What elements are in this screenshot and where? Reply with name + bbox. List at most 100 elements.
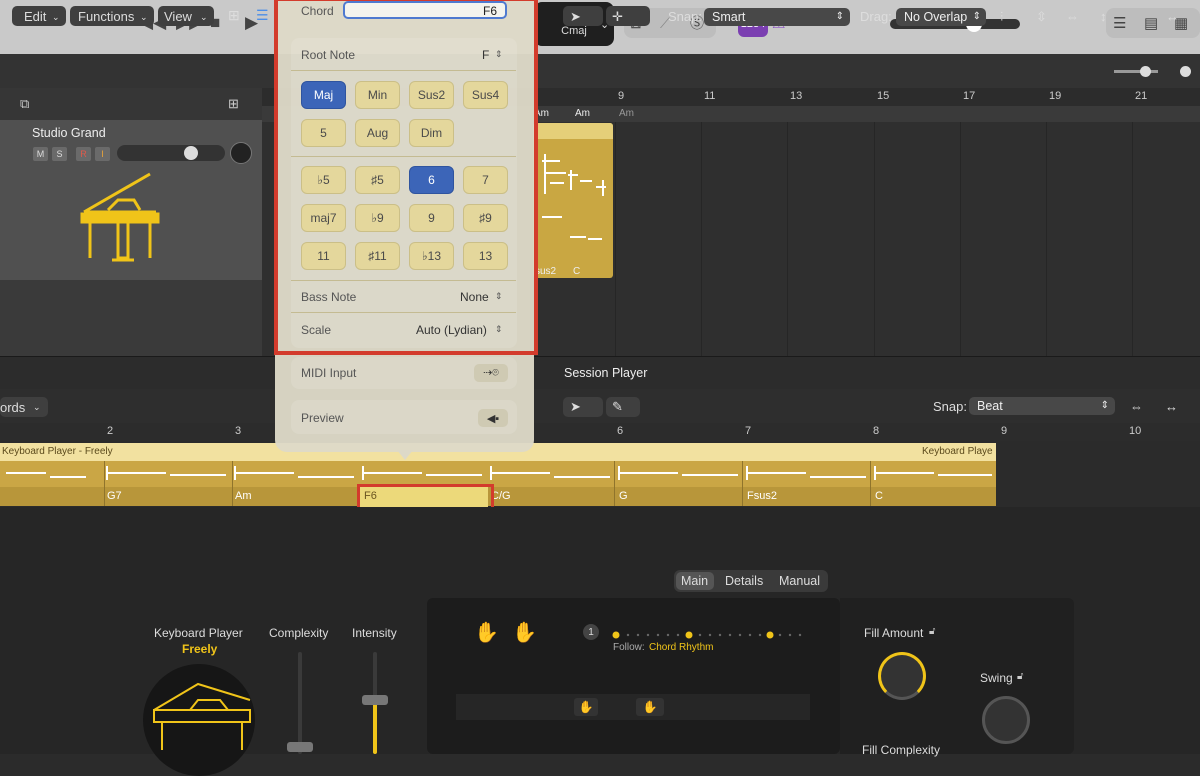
track-selector[interactable]: ords	[0, 400, 25, 415]
snap-select[interactable]: Beat ⇕	[969, 397, 1115, 415]
midi-input-icon[interactable]: ⇢⌾	[474, 364, 508, 382]
solo-button[interactable]: S	[52, 147, 67, 161]
horizontal-zoom-icon[interactable]: ⇔	[1066, 9, 1079, 24]
drag-value: No Overlap	[904, 10, 968, 24]
session-bar-ruler[interactable]	[0, 423, 1200, 441]
list-icon[interactable]: ☰	[1113, 8, 1126, 38]
chord-divider	[104, 461, 105, 506]
popover-arrow	[397, 450, 413, 460]
chord-label[interactable]: C	[875, 490, 883, 502]
midi-region-header[interactable]	[533, 123, 613, 139]
add-folder-icon[interactable]: ⊞	[228, 96, 239, 112]
pointer-tool-icon[interactable]: ➤	[570, 9, 581, 25]
list-view-icon[interactable]: ☰	[256, 7, 269, 24]
chevron-down-icon: ⌄	[200, 12, 208, 22]
chord-label[interactable]: G7	[107, 490, 122, 502]
swing-label: Swing	[980, 671, 1013, 685]
drag-select[interactable]: No Overlap ⇕	[896, 8, 986, 26]
pattern-dots[interactable]	[612, 628, 812, 642]
chord-marker[interactable]: Am	[619, 108, 634, 119]
horizontal-zoom-knob[interactable]	[1180, 66, 1191, 77]
grand-piano-icon	[150, 680, 258, 753]
right-hand-icon[interactable]: ✋	[636, 698, 664, 716]
chord-label[interactable]: G	[619, 490, 628, 502]
intensity-slider[interactable]	[373, 652, 377, 700]
snap-select[interactable]: Smart ⇕	[704, 8, 850, 26]
lock-icon[interactable]: 🔓︎	[1017, 671, 1023, 682]
tab-main[interactable]: Main	[681, 574, 708, 588]
snap-value: Beat	[977, 399, 1003, 413]
fill-amount-knob[interactable]	[878, 652, 926, 700]
lock-icon[interactable]: 🔓︎	[929, 626, 935, 637]
midi-notes	[0, 464, 996, 489]
chord-label[interactable]: Am	[235, 490, 252, 502]
view-menu[interactable]: View	[164, 9, 192, 24]
ruler-number: 9	[618, 90, 625, 102]
horizontal-size-icon[interactable]: ↔	[1165, 399, 1178, 414]
ruler-number: 21	[1135, 90, 1148, 102]
swing-knob[interactable]	[982, 696, 1030, 744]
horizontal-zoom-icon[interactable]: ⇔	[1130, 399, 1143, 414]
grand-piano-icon	[78, 170, 162, 269]
vertical-zoom-slider[interactable]	[1114, 70, 1158, 73]
complexity-thumb[interactable]	[287, 742, 313, 752]
grid-line	[701, 106, 702, 356]
complexity-slider[interactable]	[298, 652, 302, 754]
track-volume-slider[interactable]	[117, 145, 225, 161]
follow-value[interactable]: Chord Rhythm	[649, 642, 713, 653]
notepad-icon[interactable]: ▤	[1144, 8, 1158, 38]
chord-marker[interactable]: Am	[575, 108, 590, 119]
functions-menu[interactable]: Functions	[78, 9, 134, 24]
ruler-number: 13	[790, 90, 803, 102]
track-volume-knob[interactable]	[184, 146, 198, 160]
preview-label: Preview	[301, 411, 344, 425]
chord-divider	[232, 461, 233, 506]
follow-label: Follow:	[613, 642, 645, 653]
tab-manual[interactable]: Manual	[779, 574, 820, 588]
pointer-tool-icon[interactable]: ➤	[570, 399, 581, 415]
vertical-size-icon[interactable]: ↕	[1100, 9, 1107, 24]
pointer-tool-bg	[563, 397, 603, 417]
left-hand-icon[interactable]: ✋	[574, 698, 598, 716]
tab-details[interactable]: Details	[725, 574, 763, 588]
track-header-toolbar	[0, 88, 262, 120]
speaker-icon[interactable]: ◀▪	[478, 409, 508, 427]
track-pan-knob[interactable]	[230, 142, 252, 164]
right-hand-icon[interactable]: ✋	[512, 620, 537, 645]
region-chord: sus2	[535, 266, 557, 277]
stepper-icon: ⇕	[835, 11, 844, 22]
record-enable-button[interactable]: R	[76, 147, 91, 161]
mute-button[interactable]: M	[33, 147, 48, 161]
region-chord: C	[573, 266, 581, 277]
pointer-tool-bg	[563, 6, 603, 26]
ruler-number: 3	[235, 425, 242, 437]
grid-view-icon[interactable]: ⊞	[228, 7, 240, 24]
fill-amount-label: Fill Amount	[864, 626, 924, 640]
grid-line	[787, 106, 788, 356]
intensity-thumb[interactable]	[362, 695, 388, 705]
pattern-number[interactable]: 1	[583, 624, 599, 640]
grid-line	[1132, 106, 1133, 356]
chord-divider	[870, 461, 871, 506]
chevron-down-icon: ⌄	[33, 402, 41, 412]
pattern-lane[interactable]	[456, 694, 810, 720]
waveform-zoom-icon[interactable]: ⫶	[1000, 9, 1003, 25]
duplicate-track-icon[interactable]: ⧉	[20, 96, 29, 112]
pencil-tool-icon[interactable]: ✎	[612, 399, 623, 415]
player-style[interactable]: Freely	[182, 642, 217, 656]
chevron-down-icon: ⌄	[52, 12, 60, 22]
chord-label[interactable]: Fsus2	[747, 490, 777, 502]
snap-label: Snap:	[668, 9, 702, 24]
edit-menu[interactable]: Edit	[24, 9, 46, 24]
vertical-zoom-icon[interactable]: ⇳	[1036, 9, 1047, 25]
crosshair-tool-icon[interactable]: ✛	[612, 9, 623, 25]
ruler-number: 8	[873, 425, 880, 437]
vertical-zoom-knob[interactable]	[1140, 66, 1151, 77]
horizontal-size-icon[interactable]: ↔	[1166, 9, 1179, 24]
chord-divider	[614, 461, 615, 506]
grid-line	[960, 106, 961, 356]
grid-line	[874, 106, 875, 356]
input-monitor-button[interactable]: I	[95, 147, 110, 161]
track-name[interactable]: Studio Grand	[32, 126, 106, 140]
left-hand-icon[interactable]: ✋	[474, 620, 499, 645]
